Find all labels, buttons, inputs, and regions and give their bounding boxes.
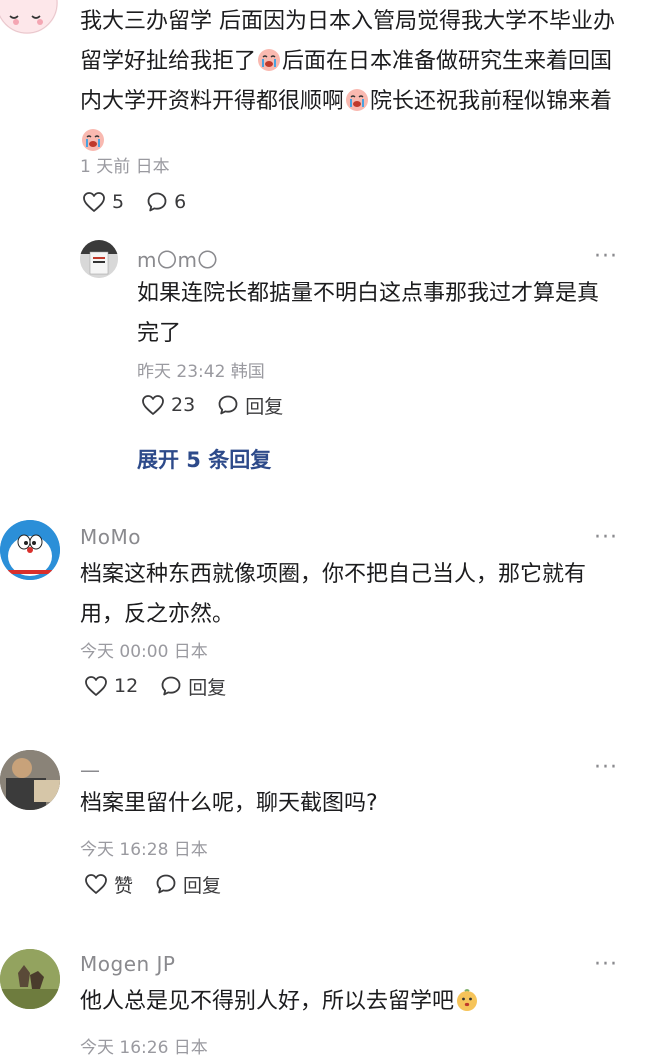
comment-meta: 今天 16:26 日本: [80, 1038, 208, 1058]
comment-text: 档案里留什么呢，聊天截图吗?: [80, 791, 378, 816]
comment-meta: 今天 16:28 日本: [80, 840, 208, 860]
avatar[interactable]: [0, 750, 60, 810]
comment-meta: 昨天 23:42 韩国: [137, 362, 265, 382]
reply-label: 回复: [183, 874, 222, 897]
comment-actions: 23 回复: [141, 390, 305, 420]
like-button[interactable]: 5: [82, 191, 124, 213]
reply-count-button[interactable]: 6: [146, 191, 186, 213]
more-dots-icon: ···: [594, 755, 618, 780]
more-options-button[interactable]: ···: [594, 954, 618, 976]
like-count: 23: [171, 394, 196, 416]
more-dots-icon: ···: [594, 525, 618, 550]
like-count: 12: [114, 675, 139, 697]
speech-bubble-icon: [147, 192, 167, 212]
username[interactable]: Mogen JP: [80, 952, 175, 976]
more-dots-icon: ···: [594, 244, 618, 269]
avatar[interactable]: [0, 520, 60, 580]
more-options-button[interactable]: ···: [594, 527, 618, 549]
reply-label: 回复: [188, 676, 227, 699]
like-label: 赞: [114, 874, 134, 897]
more-options-button[interactable]: ···: [594, 246, 618, 268]
heart-outline-icon: [83, 192, 105, 212]
crying-face-emoji: [81, 126, 105, 151]
comment-meta: 1 天前 日本: [80, 157, 170, 177]
like-button[interactable]: 12: [84, 675, 138, 697]
avatar[interactable]: [0, 0, 58, 34]
reply-label: 回复: [245, 395, 284, 418]
crying-face-emoji: [257, 46, 281, 71]
comment-meta: 今天 00:00 日本: [80, 642, 208, 662]
heart-outline-icon: [142, 395, 164, 415]
username[interactable]: MoMo: [80, 525, 141, 549]
reply-count: 6: [174, 191, 187, 213]
speech-bubble-icon: [156, 874, 176, 894]
comment-actions: 赞 回复: [84, 869, 243, 899]
like-button[interactable]: 赞: [84, 871, 133, 898]
comment-text: 他人总是见不得别人好，所以去留学吧: [80, 982, 620, 1022]
speech-bubble-icon: [218, 395, 238, 415]
username[interactable]: m〇m〇: [137, 244, 218, 273]
avatar[interactable]: [80, 240, 118, 278]
username[interactable]: —: [80, 758, 101, 782]
comment-actions: 12 回复: [84, 671, 248, 701]
comment-actions: 5 6: [82, 187, 208, 217]
reply-button[interactable]: 回复: [160, 673, 226, 700]
like-count: 5: [112, 191, 125, 213]
reply-button[interactable]: 回复: [217, 392, 283, 419]
expand-replies-link[interactable]: 展开 5 条回复: [137, 444, 271, 474]
more-dots-icon: ···: [594, 952, 618, 977]
reply-button[interactable]: 回复: [155, 871, 221, 898]
crying-face-emoji: [345, 86, 369, 111]
heart-outline-icon: [85, 676, 107, 696]
like-button[interactable]: 23: [141, 394, 195, 416]
pouting-face-emoji: [455, 986, 479, 1011]
comment-text: 档案这种东西就像项圈，你不把自己当人，那它就有用，反之亦然。: [80, 562, 587, 627]
comment-text: 如果连院长都掂量不明白这点事那我过才算是真完了: [137, 281, 600, 346]
comment-text: 我大三办留学 后面因为日本入管局觉得我大学不毕业办留学好扯给我拒了 后面在日本准备…: [80, 2, 620, 162]
heart-outline-icon: [85, 874, 107, 894]
avatar[interactable]: [0, 949, 60, 1009]
speech-bubble-icon: [161, 676, 181, 696]
more-options-button[interactable]: ···: [594, 757, 618, 779]
